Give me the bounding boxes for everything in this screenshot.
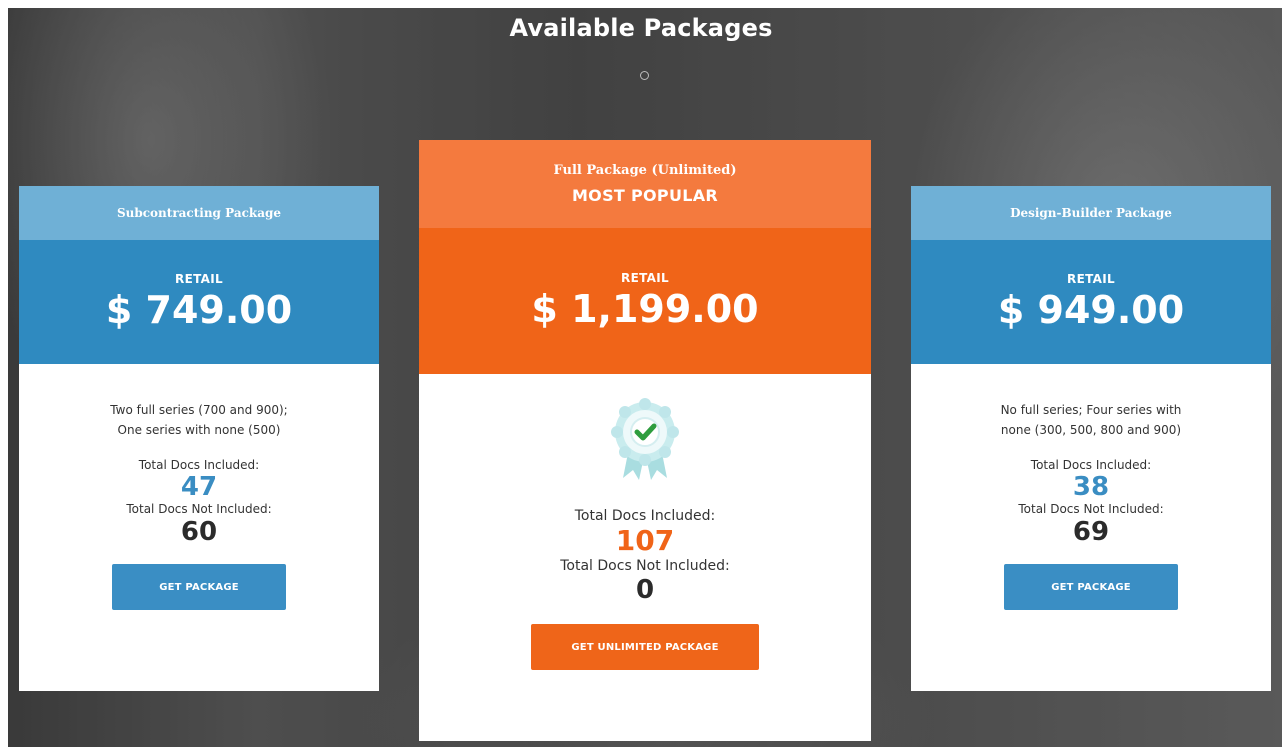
package-name: Full Package (Unlimited) <box>553 163 737 178</box>
price-value: $ 1,199.00 <box>531 287 759 331</box>
top-border <box>0 0 1282 8</box>
package-name: Design-Builder Package <box>911 186 1271 240</box>
docs-not-included-count: 60 <box>180 517 218 547</box>
docs-not-included-label: Total Docs Not Included: <box>560 558 730 574</box>
price-label: RETAIL <box>1067 272 1115 286</box>
get-package-button[interactable]: GET PACKAGE <box>112 564 286 610</box>
docs-included-count: 107 <box>615 524 675 557</box>
description-line: none (300, 500, 800 and 900) <box>1000 423 1182 437</box>
left-border <box>0 0 8 747</box>
most-popular-badge: MOST POPULAR <box>571 186 719 205</box>
package-card-subcontracting: Subcontracting Package RETAIL $ 749.00 T… <box>19 186 379 691</box>
docs-included-label: Total Docs Included: <box>574 508 716 524</box>
docs-not-included-count: 0 <box>635 575 655 605</box>
price-value: $ 949.00 <box>997 288 1185 332</box>
get-unlimited-package-button[interactable]: GET UNLIMITED PACKAGE <box>531 624 759 670</box>
package-card-design-builder: Design-Builder Package RETAIL $ 949.00 N… <box>911 186 1271 691</box>
package-name: Subcontracting Package <box>19 186 379 240</box>
docs-not-included-count: 69 <box>1072 517 1110 547</box>
price-block: RETAIL $ 1,199.00 <box>419 228 871 374</box>
docs-included-count: 47 <box>180 472 218 502</box>
docs-not-included-label: Total Docs Not Included: <box>126 502 272 516</box>
price-block: RETAIL $ 749.00 <box>19 240 379 364</box>
price-value: $ 749.00 <box>105 288 293 332</box>
carousel-dot[interactable] <box>640 71 649 80</box>
docs-included-count: 38 <box>1072 472 1110 502</box>
description-line: Two full series (700 and 900); <box>110 403 288 417</box>
description-line: No full series; Four series with <box>1000 403 1182 417</box>
price-label: RETAIL <box>175 272 223 286</box>
description-line: One series with none (500) <box>117 423 281 437</box>
package-header: Full Package (Unlimited) MOST POPULAR <box>419 140 871 228</box>
package-description: No full series; Four series with none (3… <box>911 400 1271 440</box>
docs-included-label: Total Docs Included: <box>1030 458 1152 472</box>
price-label: RETAIL <box>621 271 669 285</box>
price-block: RETAIL $ 949.00 <box>911 240 1271 364</box>
docs-included-label: Total Docs Included: <box>138 458 260 472</box>
package-card-full: Full Package (Unlimited) MOST POPULAR RE… <box>419 140 871 741</box>
section-title: Available Packages <box>509 14 773 42</box>
docs-not-included-label: Total Docs Not Included: <box>1018 502 1164 516</box>
award-check-icon <box>605 396 685 486</box>
get-package-button[interactable]: GET PACKAGE <box>1004 564 1178 610</box>
package-description: Two full series (700 and 900); One serie… <box>19 400 379 440</box>
